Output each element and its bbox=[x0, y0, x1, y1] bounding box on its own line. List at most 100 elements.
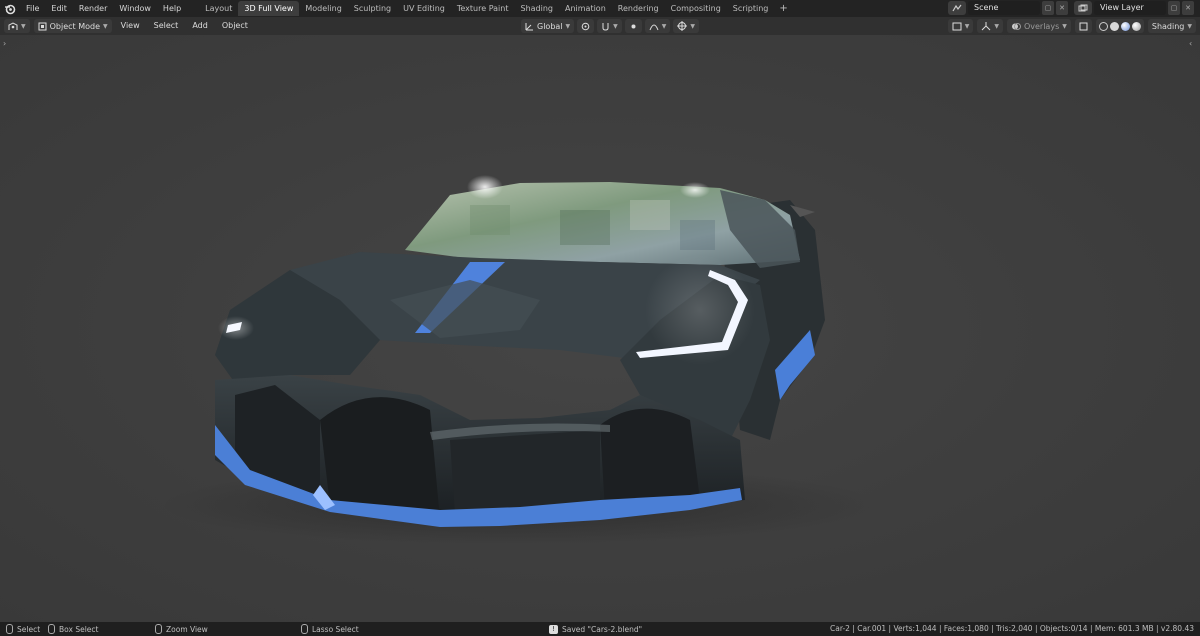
tab-uv-editing[interactable]: UV Editing bbox=[397, 1, 451, 16]
chevron-down-icon: ▼ bbox=[21, 22, 26, 30]
middle-mouse-icon bbox=[155, 624, 162, 634]
overlays-icon bbox=[1011, 22, 1021, 30]
snap-icon bbox=[602, 22, 609, 31]
snap-dropdown[interactable]: ▼ bbox=[597, 19, 622, 33]
menu-window[interactable]: Window bbox=[113, 0, 157, 17]
view-layer-icon[interactable] bbox=[1074, 1, 1092, 15]
viewport-header: ▼ Object Mode ▼ View Select Add Object G… bbox=[0, 17, 1200, 35]
overlays-label: Overlays bbox=[1023, 21, 1060, 31]
material-preview-shading-icon[interactable] bbox=[1120, 21, 1130, 31]
status-bar: Select Box Select Zoom View Lasso Select… bbox=[0, 622, 1200, 636]
top-bar: File Edit Render Window Help Layout 3D F… bbox=[0, 0, 1200, 17]
transform-controls: Global ▼ ▼ ▼ ▼ bbox=[521, 19, 700, 33]
tab-sculpting[interactable]: Sculpting bbox=[348, 1, 397, 16]
viewport-header-right: ▼ ▼ Overlays ▼ Shading ▼ bbox=[947, 19, 1196, 33]
delete-view-layer-icon[interactable]: ✕ bbox=[1182, 1, 1194, 15]
menu-view[interactable]: View bbox=[116, 19, 145, 33]
chevron-down-icon: ▼ bbox=[994, 22, 999, 30]
tab-texture-paint[interactable]: Texture Paint bbox=[451, 1, 515, 16]
tab-compositing[interactable]: Compositing bbox=[665, 1, 727, 16]
view-layer-selector: View Layer ▢ ✕ bbox=[1074, 1, 1194, 15]
saved-message: Saved "Cars-2.blend" bbox=[562, 624, 643, 634]
object-gizmo-icon bbox=[677, 21, 688, 31]
shading-mode-buttons bbox=[1095, 19, 1144, 33]
transform-orientation-icon bbox=[525, 22, 533, 30]
solid-shading-icon[interactable] bbox=[1109, 21, 1119, 31]
status-report: ! Saved "Cars-2.blend" bbox=[549, 624, 643, 634]
menu-help[interactable]: Help bbox=[157, 0, 187, 17]
falloff-dropdown[interactable]: ▼ bbox=[644, 19, 671, 33]
lasso-select-hint-label: Lasso Select bbox=[312, 624, 359, 634]
tab-animation[interactable]: Animation bbox=[559, 1, 612, 16]
chevron-down-icon: ▼ bbox=[661, 22, 667, 30]
new-scene-icon[interactable]: ▢ bbox=[1042, 1, 1054, 15]
3d-viewport[interactable]: › ‹ bbox=[0, 35, 1200, 622]
proportional-editing-icon bbox=[631, 24, 636, 28]
orientation-label: Global bbox=[537, 21, 563, 31]
workspace-tabs: Layout 3D Full View Modeling Sculpting U… bbox=[199, 0, 793, 17]
scene-controls: Scene ▢ ✕ View Layer ▢ ✕ bbox=[948, 1, 1194, 15]
delete-scene-icon[interactable]: ✕ bbox=[1056, 1, 1068, 15]
tab-modeling[interactable]: Modeling bbox=[299, 1, 347, 16]
blender-logo-icon[interactable] bbox=[0, 0, 20, 17]
status-select-hint: Select bbox=[6, 624, 40, 634]
wireframe-shading-icon[interactable] bbox=[1098, 21, 1108, 31]
orientation-dropdown[interactable]: Global ▼ bbox=[521, 19, 575, 33]
chevron-down-icon: ▼ bbox=[1187, 22, 1192, 30]
xray-toggle[interactable] bbox=[1074, 19, 1092, 33]
menu-object[interactable]: Object bbox=[217, 19, 253, 33]
proportional-editing-toggle[interactable] bbox=[624, 19, 642, 33]
new-view-layer-icon[interactable]: ▢ bbox=[1168, 1, 1180, 15]
menu-select[interactable]: Select bbox=[149, 19, 184, 33]
scene-icon[interactable] bbox=[948, 1, 966, 15]
status-box-select-hint: Box Select bbox=[48, 624, 98, 634]
viewport-header-left: ▼ Object Mode ▼ View Select Add Object bbox=[0, 19, 253, 33]
menu-file[interactable]: File bbox=[20, 0, 45, 17]
chevron-down-icon: ▼ bbox=[103, 22, 108, 30]
scene-selector: Scene ▢ ✕ bbox=[948, 1, 1068, 15]
zoom-view-hint-label: Zoom View bbox=[166, 624, 208, 634]
tab-shading[interactable]: Shading bbox=[514, 1, 559, 16]
right-mouse-icon bbox=[301, 624, 308, 634]
mode-dropdown[interactable]: Object Mode ▼ bbox=[33, 19, 112, 33]
chevron-down-icon: ▼ bbox=[964, 22, 970, 30]
main-menu: File Edit Render Window Help bbox=[20, 0, 187, 17]
left-mouse-icon bbox=[6, 624, 13, 634]
shading-dropdown[interactable]: Shading ▼ bbox=[1147, 19, 1196, 33]
info-icon: ! bbox=[549, 624, 558, 634]
gizmos-dropdown[interactable]: ▼ bbox=[977, 19, 1003, 33]
status-lasso-hint: Lasso Select bbox=[301, 624, 359, 634]
object-mode-icon bbox=[38, 22, 47, 30]
3d-viewport-icon bbox=[8, 21, 18, 30]
select-hint-label: Select bbox=[17, 624, 41, 634]
left-drag-mouse-icon bbox=[48, 624, 55, 634]
tab-3d-full-view[interactable]: 3D Full View bbox=[238, 1, 300, 16]
shading-label: Shading bbox=[1151, 21, 1185, 31]
visibility-icon bbox=[952, 22, 962, 30]
menu-render[interactable]: Render bbox=[73, 0, 113, 17]
overlays-dropdown[interactable]: Overlays ▼ bbox=[1006, 19, 1071, 33]
gizmo-dropdown[interactable]: ▼ bbox=[673, 19, 700, 33]
gizmo-icon bbox=[981, 21, 991, 30]
editor-type-dropdown[interactable]: ▼ bbox=[4, 19, 30, 33]
chevron-down-icon: ▼ bbox=[613, 22, 618, 30]
pivot-icon bbox=[581, 22, 590, 30]
chevron-down-icon: ▼ bbox=[565, 22, 571, 30]
menu-edit[interactable]: Edit bbox=[45, 0, 73, 17]
chevron-down-icon: ▼ bbox=[1062, 22, 1067, 30]
rendered-shading-icon[interactable] bbox=[1131, 21, 1141, 31]
view-layer-name-field[interactable]: View Layer bbox=[1094, 1, 1166, 15]
add-workspace-button[interactable]: + bbox=[774, 3, 792, 14]
status-zoom-hint: Zoom View bbox=[155, 624, 208, 634]
falloff-curve-icon bbox=[649, 24, 659, 30]
tab-scripting[interactable]: Scripting bbox=[727, 1, 775, 16]
box-select-hint-label: Box Select bbox=[59, 624, 99, 634]
xray-icon bbox=[1079, 22, 1088, 30]
menu-add[interactable]: Add bbox=[187, 19, 213, 33]
view-object-types-dropdown[interactable]: ▼ bbox=[947, 19, 974, 33]
tab-rendering[interactable]: Rendering bbox=[612, 1, 665, 16]
tab-layout[interactable]: Layout bbox=[199, 1, 238, 16]
chevron-down-icon: ▼ bbox=[690, 22, 696, 30]
pivot-point-dropdown[interactable] bbox=[577, 19, 595, 33]
scene-name-field[interactable]: Scene bbox=[968, 1, 1040, 15]
